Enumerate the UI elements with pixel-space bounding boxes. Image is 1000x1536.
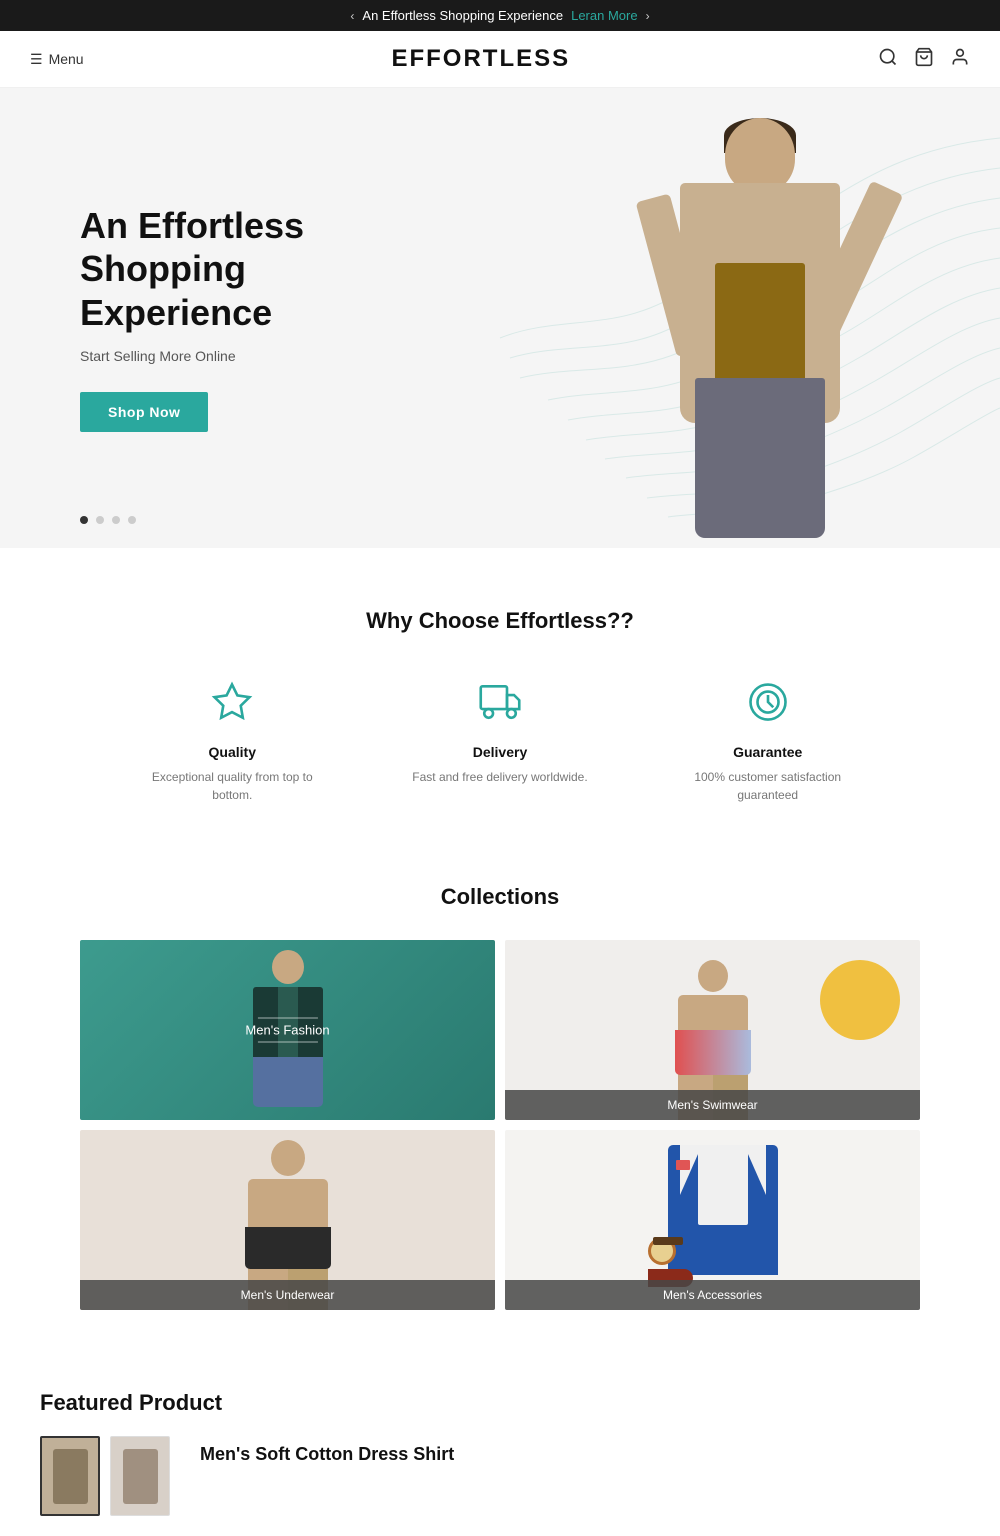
announcement-learn-more[interactable]: Leran More bbox=[571, 8, 637, 23]
star-icon bbox=[204, 674, 260, 730]
featured-thumb-1[interactable] bbox=[40, 1436, 100, 1516]
collection-mens-fashion[interactable]: Men's Fashion bbox=[80, 940, 495, 1120]
quality-title: Quality bbox=[132, 744, 332, 760]
quality-desc: Exceptional quality from top to bottom. bbox=[132, 768, 332, 804]
featured-product-info: Men's Soft Cotton Dress Shirt bbox=[190, 1436, 454, 1465]
hero-section: An Effortless Shopping Experience Start … bbox=[0, 88, 1000, 548]
collection-label-underwear: Men's Underwear bbox=[80, 1280, 495, 1310]
hero-model-figure bbox=[600, 108, 920, 548]
featured-thumbnails bbox=[40, 1436, 170, 1516]
featured-row: Men's Soft Cotton Dress Shirt bbox=[40, 1436, 960, 1516]
model-head bbox=[725, 118, 795, 193]
collection-center-label-fashion: Men's Fashion bbox=[245, 1014, 329, 1047]
collections-section: Collections Men's Fashion bbox=[0, 844, 1000, 1350]
carousel-dot-3[interactable] bbox=[112, 516, 120, 524]
collection-mens-accessories[interactable]: Men's Accessories bbox=[505, 1130, 920, 1310]
feature-guarantee: Guarantee 100% customer satisfaction gua… bbox=[668, 674, 868, 804]
announcement-text: An Effortless Shopping Experience bbox=[362, 8, 563, 23]
search-icon[interactable] bbox=[878, 47, 898, 72]
guarantee-icon bbox=[740, 674, 796, 730]
carousel-dot-1[interactable] bbox=[80, 516, 88, 524]
hero-image-area bbox=[400, 88, 1000, 548]
featured-title: Featured Product bbox=[40, 1390, 960, 1416]
delivery-desc: Fast and free delivery worldwide. bbox=[412, 768, 587, 786]
shop-now-button[interactable]: Shop Now bbox=[80, 392, 208, 432]
feature-quality: Quality Exceptional quality from top to … bbox=[132, 674, 332, 804]
collection-label-accessories: Men's Accessories bbox=[505, 1280, 920, 1310]
announcement-next-arrow[interactable]: › bbox=[646, 9, 650, 23]
guarantee-desc: 100% customer satisfaction guaranteed bbox=[668, 768, 868, 804]
menu-button[interactable]: ☰ Menu bbox=[30, 51, 84, 68]
collection-mens-swimwear[interactable]: Men's Swimwear bbox=[505, 940, 920, 1120]
features-grid: Quality Exceptional quality from top to … bbox=[40, 674, 960, 804]
carousel-dot-2[interactable] bbox=[96, 516, 104, 524]
announcement-prev-arrow[interactable]: ‹ bbox=[350, 9, 354, 23]
announcement-bar: ‹ An Effortless Shopping Experience Lera… bbox=[0, 0, 1000, 31]
delivery-title: Delivery bbox=[412, 744, 587, 760]
menu-label: Menu bbox=[49, 51, 84, 67]
hero-subtitle: Start Selling More Online bbox=[80, 348, 340, 364]
featured-section: Featured Product Men's Soft Cotton Dress… bbox=[0, 1350, 1000, 1536]
header-icons bbox=[878, 47, 970, 72]
collections-grid: Men's Fashion Men's Swi bbox=[80, 940, 920, 1310]
hero-content: An Effortless Shopping Experience Start … bbox=[0, 144, 420, 492]
delivery-icon bbox=[472, 674, 528, 730]
collection-mens-underwear[interactable]: Men's Underwear bbox=[80, 1130, 495, 1310]
account-icon[interactable] bbox=[950, 47, 970, 72]
collection-label-swimwear: Men's Swimwear bbox=[505, 1090, 920, 1120]
guarantee-title: Guarantee bbox=[668, 744, 868, 760]
carousel-dots bbox=[80, 516, 136, 524]
cart-icon[interactable] bbox=[914, 47, 934, 72]
featured-thumb-2[interactable] bbox=[110, 1436, 170, 1516]
model-pants bbox=[695, 378, 825, 538]
carousel-dot-4[interactable] bbox=[128, 516, 136, 524]
hamburger-icon: ☰ bbox=[30, 51, 43, 68]
why-choose-title: Why Choose Effortless?? bbox=[40, 608, 960, 634]
featured-product-name: Men's Soft Cotton Dress Shirt bbox=[200, 1436, 454, 1465]
feature-delivery: Delivery Fast and free delivery worldwid… bbox=[412, 674, 587, 804]
logo[interactable]: EFFORTLESS bbox=[391, 45, 570, 73]
header: ☰ Menu EFFORTLESS bbox=[0, 31, 1000, 88]
collections-title: Collections bbox=[80, 884, 920, 910]
hero-title: An Effortless Shopping Experience bbox=[80, 204, 340, 334]
why-choose-section: Why Choose Effortless?? Quality Exceptio… bbox=[0, 548, 1000, 844]
